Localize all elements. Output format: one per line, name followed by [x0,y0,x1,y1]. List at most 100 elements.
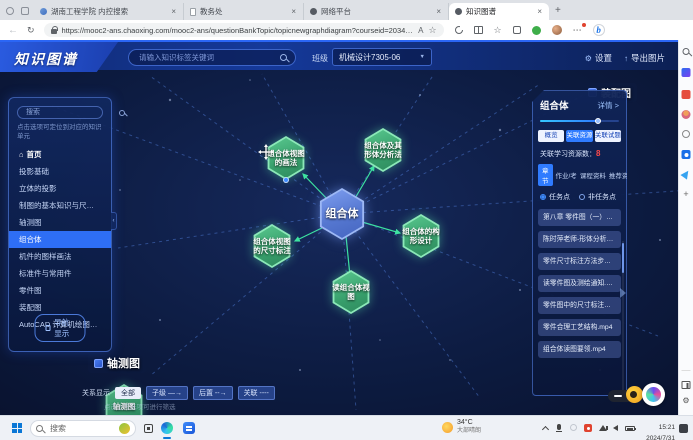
taskbar-search-box[interactable] [30,420,136,437]
profile-icon[interactable] [682,110,691,119]
filter-recommended[interactable]: 推荐资源 [609,170,635,180]
sidebar-item-home[interactable]: ⌂首页 [9,146,111,163]
back-button[interactable]: ← [8,25,18,36]
resource-item[interactable]: 零件图中的尺寸标注（一）.mp4 [538,297,621,314]
graph-node[interactable]: 读组合体视 图 [321,266,381,318]
tab-overview[interactable]: 概览 [538,130,564,142]
resource-item[interactable]: 陈时萍老师-形体分析法读图... [538,231,621,248]
sidebar-app-red-icon[interactable] [682,90,691,99]
close-icon[interactable]: × [170,7,177,16]
sidebar-item[interactable]: 零件图 [9,282,111,299]
settings-button[interactable]: ⚙ 设置 [585,52,612,64]
tray-app-red-icon[interactable] [584,424,592,432]
volume-icon[interactable] [613,425,618,431]
edge-taskbar-icon[interactable] [161,422,173,434]
add-sidebar-app-icon[interactable]: + [683,190,688,199]
graph-node[interactable]: 组合体的构 形设计 [391,210,451,262]
split-screen-icon[interactable] [474,26,483,34]
progress-slider[interactable] [540,119,619,123]
panel-scrollbar[interactable] [622,241,624,391]
browser-tab-1[interactable]: 湖南工程学院 内控搜索 × [34,3,184,20]
browser-tab-3[interactable]: 网络平台 × [304,3,449,20]
tab-search-icon[interactable] [6,7,14,15]
messaging-icon[interactable] [680,168,691,179]
class-dropdown[interactable]: 机械设计7305-06 ▼ [332,48,432,66]
task-view-button[interactable] [144,424,153,433]
taskbar-search-input[interactable] [48,423,114,434]
resource-item[interactable]: 读零件图及测绘通知.mp4 [538,275,621,292]
start-button[interactable] [12,423,22,433]
resource-item[interactable]: 第八章 零件图（一）作用与内... [538,209,621,226]
sidebar-item[interactable]: 投影基础 [9,163,111,180]
radio-nontaskpoint[interactable]: 非任务点 [579,192,616,202]
tray-overflow-chevron[interactable] [542,426,549,433]
navigation-display-button[interactable]: 导航显示 [35,314,86,342]
search-icon[interactable] [119,110,125,116]
pinned-app-icon[interactable] [183,422,195,434]
sidebar-search-box[interactable] [17,106,103,119]
sidebar-item[interactable]: 制图的基本知识与尺规绘图 [9,197,111,214]
notification-center-icon[interactable] [679,424,688,433]
search-highlight-icon[interactable] [119,423,130,434]
workspaces-icon[interactable] [21,7,29,15]
address-bar[interactable]: https://mooc2-ans.chaoxing.com/mooc2-ans… [44,23,444,37]
close-icon[interactable]: × [536,7,543,16]
slider-handle[interactable] [595,118,601,124]
sidebar-item-active[interactable]: 组合体 [9,231,111,248]
search-icon[interactable] [280,54,287,61]
browser-essentials-icon[interactable] [455,26,463,34]
tab-related-questions[interactable]: 关联试题 [595,130,621,142]
close-icon[interactable]: × [435,7,442,16]
detail-link[interactable]: 详情 > [598,100,619,111]
graph-node-center[interactable]: 组合体 [312,188,372,240]
refresh-button[interactable]: ↻ [27,25,35,36]
filter-chapter[interactable]: 章节 [538,164,553,186]
sidebar-search-icon[interactable] [683,48,690,55]
sidebar-item[interactable]: 标准件与常用件 [9,265,111,282]
microphone-tray-icon[interactable] [557,424,561,430]
tray-icon[interactable] [570,424,577,431]
tab-related-resources[interactable]: 关联资源 [566,130,592,142]
ai-assistant-widget[interactable] [608,383,670,409]
resource-item[interactable]: 零件合理工艺结构.mp4 [538,319,621,336]
resource-item[interactable]: 零件尺寸标注方法步骤举例-轴... [538,253,621,270]
sidebar-settings-icon[interactable]: ⚙ [682,396,689,405]
bing-copilot-icon[interactable] [682,68,691,77]
assistant-mascot-icon[interactable] [626,386,643,403]
graph-node[interactable]: 组合体视图 的尺寸标注 [242,220,302,272]
new-tab-button[interactable]: + [555,5,561,16]
filter-materials[interactable]: 课程资料 [580,170,606,180]
panel-expand-arrow[interactable] [620,288,626,298]
knowledge-search-box[interactable] [128,49,296,66]
extensions-icon[interactable] [513,26,521,34]
legend-child-button[interactable]: 子级 —→ [146,386,188,400]
filter-homework[interactable]: 作业/考 [556,170,577,180]
profile-avatar[interactable] [552,25,562,35]
resource-item[interactable]: 组合体读图要领.mp4 [538,341,621,358]
legend-all-button[interactable]: 全部 [115,387,141,399]
assistant-orb-icon[interactable] [642,383,665,406]
sidebar-item[interactable]: 轴测图 [9,214,111,231]
taskbar-clock[interactable]: 15:21 2024/7/31 [641,421,675,440]
export-image-button[interactable]: ↑ 导出图片 [624,52,665,64]
more-menu-icon[interactable]: ⋯ [573,25,582,36]
sidebar-item[interactable]: 机件的图样画法 [9,248,111,265]
sidebar-panel-icon[interactable] [682,381,691,389]
knowledge-search-input[interactable] [137,52,280,63]
browser-tab-2[interactable]: 教务处 × [184,3,304,20]
cluster-label-axonometric[interactable]: 轴测图 [88,353,146,373]
collections-icon[interactable]: ☆ [494,26,502,34]
sidebar-collapse-handle[interactable]: ‹ [111,212,117,230]
browser-tab-4-active[interactable]: 知识图谱 × [449,3,549,20]
close-icon[interactable]: × [290,7,297,16]
legend-related-button[interactable]: 关联 ---- [238,386,275,400]
battery-icon[interactable] [625,426,635,431]
bing-sidebar-icon[interactable]: b [593,24,605,36]
sidebar-app-circle-icon[interactable] [682,130,690,138]
extension-green-icon[interactable] [532,26,541,35]
sidebar-item[interactable]: 立体的投影 [9,180,111,197]
legend-post-button[interactable]: 后置 --→ [193,386,233,400]
graph-node[interactable]: 组合体及其 形体分析法 [353,124,413,176]
weather-widget[interactable]: 34°C 大部晴朗 [442,419,481,435]
read-aloud-icon[interactable]: A [418,26,423,35]
